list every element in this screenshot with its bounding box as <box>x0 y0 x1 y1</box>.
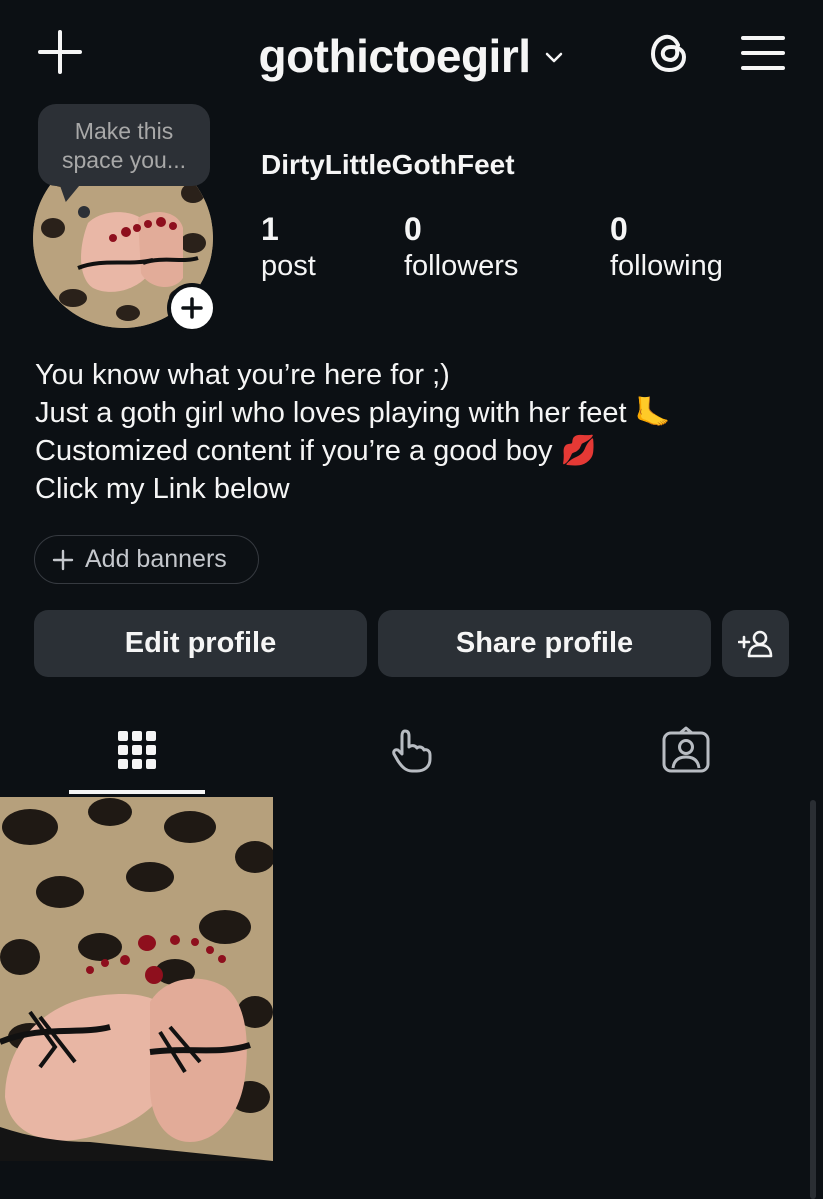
discover-people-button[interactable] <box>722 610 789 677</box>
followers-count: 0 <box>404 211 422 247</box>
tooltip-line1: Make this <box>74 118 174 144</box>
plus-icon <box>52 549 74 570</box>
edit-profile-button[interactable]: Edit profile <box>34 610 367 677</box>
post-thumbnail[interactable] <box>0 797 273 1161</box>
following-label: following <box>610 250 723 282</box>
following-count: 0 <box>610 211 628 247</box>
add-person-icon <box>737 630 772 657</box>
tagged-person-icon <box>662 726 710 773</box>
note-tooltip[interactable]: Make this space you... <box>38 104 210 186</box>
bio-line: Customized content if you’re a good boy … <box>35 435 597 467</box>
add-banners-button[interactable]: Add banners <box>34 535 259 584</box>
hamburger-menu-icon[interactable] <box>740 34 786 72</box>
tab-reels[interactable] <box>344 720 480 780</box>
threads-icon[interactable] <box>647 30 693 76</box>
bio-line: Just a goth girl who loves playing with … <box>35 397 671 429</box>
bio-line: You know what you’re here for ;) <box>35 359 450 391</box>
tooltip-line2: space you... <box>61 147 187 173</box>
chevron-down-icon[interactable] <box>543 46 565 68</box>
posts-count: 1 <box>261 211 279 247</box>
followers-stat[interactable]: 0 followers <box>404 210 518 284</box>
tab-posts[interactable] <box>69 720 205 780</box>
share-profile-button[interactable]: Share profile <box>378 610 711 677</box>
following-stat[interactable]: 0 following <box>610 210 723 284</box>
posts-stat[interactable]: 1 post <box>261 210 316 284</box>
grid-icon <box>118 731 156 769</box>
plus-icon <box>181 297 203 319</box>
scrollbar[interactable] <box>810 800 816 1199</box>
bio: You know what you’re here for ;) Just a … <box>35 356 795 508</box>
header-username[interactable]: gothictoegirl <box>258 29 531 83</box>
tab-tagged[interactable] <box>618 720 754 780</box>
tooltip-dot <box>78 206 90 218</box>
profile-screen: gothictoegirl Make this space you... Dir… <box>0 0 823 1199</box>
tap-gesture-icon <box>392 729 432 773</box>
display-name: DirtyLittleGothFeet <box>261 149 515 180</box>
bio-line: Click my Link below <box>35 473 290 505</box>
posts-label: post <box>261 250 316 282</box>
active-tab-indicator <box>69 790 205 794</box>
add-story-button[interactable] <box>167 283 217 333</box>
followers-label: followers <box>404 250 519 282</box>
add-banners-label: Add banners <box>85 545 227 573</box>
account-switcher[interactable]: gothictoegirl <box>0 30 823 82</box>
